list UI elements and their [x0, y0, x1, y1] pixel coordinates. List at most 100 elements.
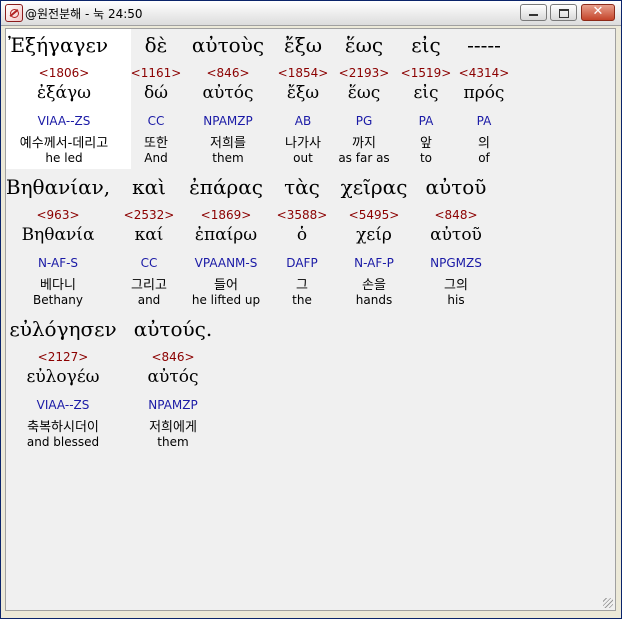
english-gloss: of	[478, 151, 490, 165]
english-gloss: them	[212, 151, 244, 165]
parsing-code: CC	[140, 256, 158, 270]
maximize-button[interactable]	[550, 4, 577, 21]
greek-word: ἐπάρας	[189, 175, 263, 199]
close-icon: ✕	[592, 4, 604, 19]
korean-gloss: 그의	[444, 278, 468, 293]
lemma: πρός	[463, 83, 505, 103]
greek-word: εὐλόγησεν	[9, 317, 117, 341]
english-gloss: hands	[355, 293, 393, 307]
parsing-code: AB	[294, 114, 312, 128]
strong-number[interactable]: <1869>	[201, 208, 252, 222]
maximize-icon	[559, 9, 569, 18]
english-gloss: them	[157, 435, 189, 449]
greek-word: καὶ	[132, 175, 166, 199]
english-gloss: to	[419, 151, 433, 165]
english-gloss: and	[137, 293, 161, 307]
minimize-button[interactable]	[520, 4, 547, 21]
interlinear-view[interactable]: Ἐξήγαγεν <1806> ἐξάγω VIAA--ZS 예수께서-데리고 …	[5, 28, 616, 611]
parsing-code: N-AF-P	[354, 256, 394, 270]
greek-word: Βηθανίαν,	[5, 175, 111, 199]
app-icon[interactable]	[5, 4, 23, 22]
content-background	[6, 169, 615, 610]
english-gloss: out	[293, 151, 313, 165]
korean-gloss: 축복하시더이	[27, 420, 99, 435]
strong-number[interactable]: <4314>	[459, 66, 510, 80]
lemma: ἐξάγω	[37, 83, 91, 103]
korean-gloss: 저희를	[210, 136, 246, 151]
strong-number[interactable]: <846>	[151, 350, 194, 364]
strong-number[interactable]: <2127>	[38, 350, 89, 364]
korean-gloss: 까지	[352, 136, 376, 151]
english-gloss: he led	[45, 151, 83, 165]
app-window: @원전분해 - 눅 24:50 ✕ Ἐξήγαγεν <1806> ἐξάγω …	[0, 0, 622, 619]
greek-word: ἕως	[344, 33, 384, 57]
strong-number[interactable]: <5495>	[349, 208, 400, 222]
greek-word: δὲ	[144, 33, 168, 57]
greek-word: χεῖρας	[340, 175, 408, 199]
strong-number[interactable]: <1854>	[278, 66, 329, 80]
korean-gloss: 들어	[214, 278, 238, 293]
parsing-code: VIAA--ZS	[37, 114, 91, 128]
korean-gloss: 그	[296, 278, 308, 293]
korean-gloss: 손을	[362, 278, 386, 293]
english-gloss: And	[144, 151, 168, 165]
lemma: αὐτός	[202, 83, 254, 103]
greek-word: αὐτούς.	[133, 317, 213, 341]
korean-gloss: 나가사	[285, 136, 321, 151]
strong-number[interactable]: <963>	[36, 208, 79, 222]
greek-word: εἰς	[411, 33, 441, 57]
title-bar[interactable]: @원전분해 - 눅 24:50 ✕	[1, 1, 621, 26]
greek-word: τὰς	[284, 175, 320, 199]
strong-number[interactable]: <1161>	[131, 66, 182, 80]
strong-number[interactable]: <1519>	[401, 66, 452, 80]
korean-gloss: 예수께서-데리고	[19, 136, 109, 151]
parsing-code: PA	[418, 114, 434, 128]
lemma: χείρ	[356, 225, 392, 245]
parsing-code: PA	[476, 114, 492, 128]
strong-number[interactable]: <3588>	[277, 208, 328, 222]
lemma: εὐλογέω	[26, 367, 100, 387]
korean-gloss: 앞	[420, 136, 432, 151]
greek-word: αὐτοῦ	[425, 175, 487, 199]
lemma: εἰς	[413, 83, 439, 103]
parsing-code: VPAANM-S	[194, 256, 258, 270]
english-gloss: the	[292, 293, 312, 307]
strong-number[interactable]: <846>	[206, 66, 249, 80]
parsing-code: CC	[147, 114, 165, 128]
lemma: αὐτοῦ	[430, 225, 482, 245]
close-button[interactable]: ✕	[581, 4, 615, 21]
parsing-code: NPAMZP	[148, 398, 198, 412]
lemma: αὐτός	[147, 367, 199, 387]
strong-number[interactable]: <1806>	[39, 66, 90, 80]
lemma: ἕως	[347, 83, 381, 103]
parsing-code: VIAA--ZS	[36, 398, 90, 412]
strong-number[interactable]: <2193>	[339, 66, 390, 80]
parsing-code: NPGMZS	[430, 256, 482, 270]
greek-word: αὐτοὺς	[191, 33, 265, 57]
korean-gloss: 또한	[144, 136, 168, 151]
korean-gloss: 저희에게	[149, 420, 197, 435]
english-gloss: and blessed	[26, 435, 100, 449]
parsing-code: DAFP	[286, 256, 318, 270]
korean-gloss: 의	[478, 136, 490, 151]
parsing-code: PG	[355, 114, 373, 128]
english-gloss: Bethany	[33, 293, 83, 307]
greek-word: ἔξω	[283, 33, 323, 57]
korean-gloss: 베다니	[40, 278, 76, 293]
minimize-icon	[529, 14, 538, 16]
parsing-code: NPAMZP	[203, 114, 253, 128]
lemma: ἔξω	[286, 83, 320, 103]
window-title: @원전분해 - 눅 24:50	[25, 7, 143, 21]
english-gloss: he lifted up	[191, 293, 261, 307]
lemma: δώ	[143, 83, 169, 103]
strong-number[interactable]: <848>	[434, 208, 477, 222]
korean-gloss: 그리고	[131, 278, 167, 293]
lemma: Βηθανία	[21, 225, 95, 245]
english-gloss: as far as	[338, 151, 390, 165]
greek-word: Ἐξήγαγεν	[8, 33, 108, 57]
resize-grip[interactable]	[603, 598, 613, 608]
english-gloss: his	[447, 293, 465, 307]
strong-number[interactable]: <2532>	[124, 208, 175, 222]
lemma: ὁ	[296, 225, 308, 245]
parsing-code: N-AF-S	[37, 256, 79, 270]
